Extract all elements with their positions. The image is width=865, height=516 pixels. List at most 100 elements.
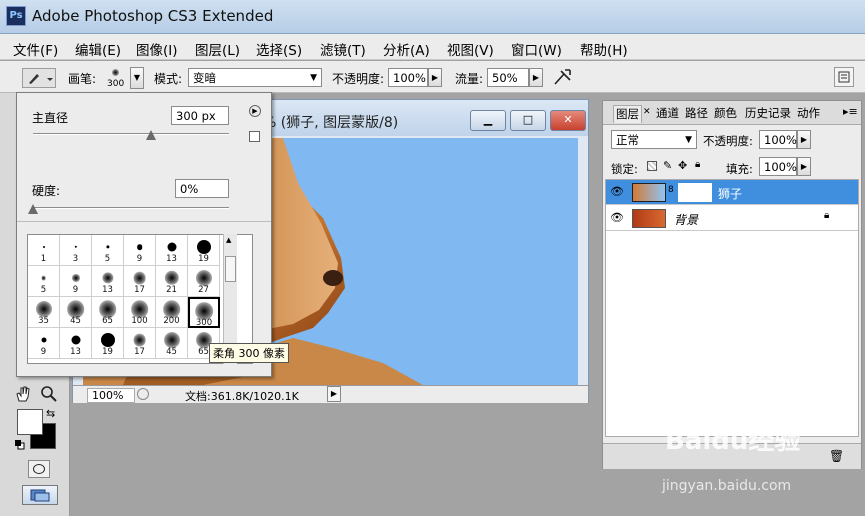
hardness-slider-thumb[interactable]	[28, 204, 38, 214]
brush-preview[interactable]: 300	[104, 65, 128, 91]
brush-preset[interactable]: 9	[124, 235, 156, 266]
menu-file[interactable]: 文件(F)	[13, 39, 58, 59]
brush-preset[interactable]: 9	[28, 328, 60, 359]
airbrush-icon[interactable]	[552, 67, 574, 87]
brush-preset[interactable]: 45	[60, 297, 92, 328]
title-bar: Ps Adobe Photoshop CS3 Extended	[0, 0, 865, 34]
hand-tool-icon[interactable]	[14, 385, 32, 403]
flow-input[interactable]: 50%	[487, 68, 529, 87]
scroll-up-icon[interactable]: ▲	[226, 236, 231, 244]
brush-preset[interactable]: 21	[156, 266, 188, 297]
brush-preset[interactable]: 3	[60, 235, 92, 266]
brush-preset[interactable]: 19	[92, 328, 124, 359]
hardness-input[interactable]: 0%	[175, 179, 229, 198]
brush-preset[interactable]: 19	[188, 235, 220, 266]
tab-color[interactable]: 颜色	[712, 105, 739, 123]
brush-preset[interactable]: 300	[188, 297, 220, 328]
brush-preset-size: 21	[166, 285, 177, 295]
brush-dot-icon	[112, 69, 119, 76]
lock-all-icon[interactable]: 🔒︎	[695, 159, 700, 170]
menu-layer[interactable]: 图层(L)	[195, 39, 240, 59]
brush-preset[interactable]: 13	[60, 328, 92, 359]
screen-mode-button[interactable]	[22, 485, 58, 505]
delete-layer-icon[interactable]: 🗑︎	[829, 449, 844, 463]
triangle-right-icon: ▶	[800, 162, 808, 171]
foreground-color-swatch[interactable]	[17, 409, 43, 435]
zoom-tool-icon[interactable]	[40, 385, 58, 403]
save-preset-icon[interactable]	[249, 131, 260, 142]
diameter-slider-track[interactable]	[33, 133, 229, 135]
brush-preset[interactable]: 13	[92, 266, 124, 297]
mask-link-icon[interactable]: 8	[668, 185, 674, 195]
menu-edit[interactable]: 编辑(E)	[75, 39, 121, 59]
brush-preset-size: 65	[102, 316, 113, 326]
mode-select[interactable]: 变暗 ▼	[188, 68, 322, 87]
soft-brush-tip-icon	[71, 274, 80, 282]
brush-preset[interactable]: 1	[28, 235, 60, 266]
brush-preset[interactable]: 100	[124, 297, 156, 328]
tab-channels[interactable]: 通道	[654, 105, 681, 123]
tab-close-icon[interactable]: ✕	[643, 107, 651, 117]
menu-analysis[interactable]: 分析(A)	[383, 39, 430, 59]
hardness-slider-track[interactable]	[33, 207, 229, 209]
menu-help[interactable]: 帮助(H)	[580, 39, 628, 59]
brush-preset[interactable]: 13	[156, 235, 188, 266]
tab-layers[interactable]: 图层	[613, 105, 642, 123]
tab-actions[interactable]: 动作	[795, 105, 822, 123]
menu-filter[interactable]: 滤镜(T)	[320, 39, 366, 59]
picker-menu-button[interactable]: ▶	[249, 105, 261, 117]
brush-preset[interactable]: 5	[92, 235, 124, 266]
diameter-slider-thumb[interactable]	[145, 130, 156, 140]
menu-window[interactable]: 窗口(W)	[511, 39, 562, 59]
blend-mode-value: 正常	[616, 133, 639, 147]
default-colors-icon[interactable]	[15, 439, 25, 450]
menu-view[interactable]: 视图(V)	[447, 39, 494, 59]
close-button[interactable]: ✕	[550, 110, 586, 131]
opacity-input[interactable]: 100%	[388, 68, 428, 87]
swap-colors-icon[interactable]: ⇆	[46, 407, 55, 420]
tab-history[interactable]: 历史记录	[743, 105, 793, 123]
maximize-button[interactable]: □	[510, 110, 546, 131]
tool-preset-picker[interactable]	[22, 68, 56, 88]
brush-preset[interactable]: 27	[188, 266, 220, 297]
lock-pixels-icon[interactable]: ✎	[663, 159, 672, 172]
zoom-field[interactable]: 100%	[87, 388, 135, 403]
menu-image[interactable]: 图像(I)	[136, 39, 178, 59]
panel-menu-icon[interactable]: ▸≡	[843, 105, 858, 118]
brush-preset[interactable]: 200	[156, 297, 188, 328]
layer-row-background[interactable]: 👁︎ 背景 🔒︎	[606, 206, 858, 231]
layer-row-lion[interactable]: 👁︎ 8 狮子	[606, 180, 858, 205]
brush-preset-size: 1	[40, 254, 47, 264]
hard-brush-tip-icon	[74, 245, 77, 249]
brush-preset[interactable]: 45	[156, 328, 188, 359]
menu-select[interactable]: 选择(S)	[256, 39, 302, 59]
quick-mask-button[interactable]	[28, 460, 50, 478]
minimize-button[interactable]: ▁	[470, 110, 506, 131]
palette-well-icon[interactable]	[834, 67, 854, 87]
tab-paths[interactable]: 路径	[683, 105, 710, 123]
flow-slider-button[interactable]: ▶	[529, 68, 543, 87]
brush-picker-dropdown[interactable]: ▼	[130, 67, 144, 89]
fill-input[interactable]: 100%	[759, 157, 797, 176]
opacity-slider-button[interactable]: ▶	[428, 68, 442, 87]
visibility-eye-icon[interactable]: 👁︎	[610, 211, 626, 225]
brush-preset[interactable]: 65	[92, 297, 124, 328]
blend-mode-select[interactable]: 正常 ▼	[611, 130, 697, 149]
brush-preset[interactable]: 35	[28, 297, 60, 328]
status-info-icon[interactable]	[137, 388, 149, 400]
layer-opacity-input[interactable]: 100%	[759, 130, 797, 149]
brush-preset[interactable]: 5	[28, 266, 60, 297]
master-diameter-input[interactable]: 300 px	[171, 106, 229, 125]
layer-mask-thumbnail[interactable]	[678, 183, 712, 202]
visibility-eye-icon[interactable]: 👁︎	[610, 185, 626, 199]
brush-preset[interactable]: 9	[60, 266, 92, 297]
layer-opacity-slider-button[interactable]: ▶	[797, 130, 811, 149]
brush-preset[interactable]: 17	[124, 328, 156, 359]
lock-transparency-icon[interactable]	[647, 161, 657, 171]
lock-position-icon[interactable]: ✥	[678, 159, 687, 172]
quick-mask-icon	[33, 464, 45, 474]
scrollbar-thumb[interactable]	[225, 256, 236, 282]
fill-slider-button[interactable]: ▶	[797, 157, 811, 176]
status-menu-arrow[interactable]: ▶	[327, 386, 341, 402]
brush-preset[interactable]: 17	[124, 266, 156, 297]
